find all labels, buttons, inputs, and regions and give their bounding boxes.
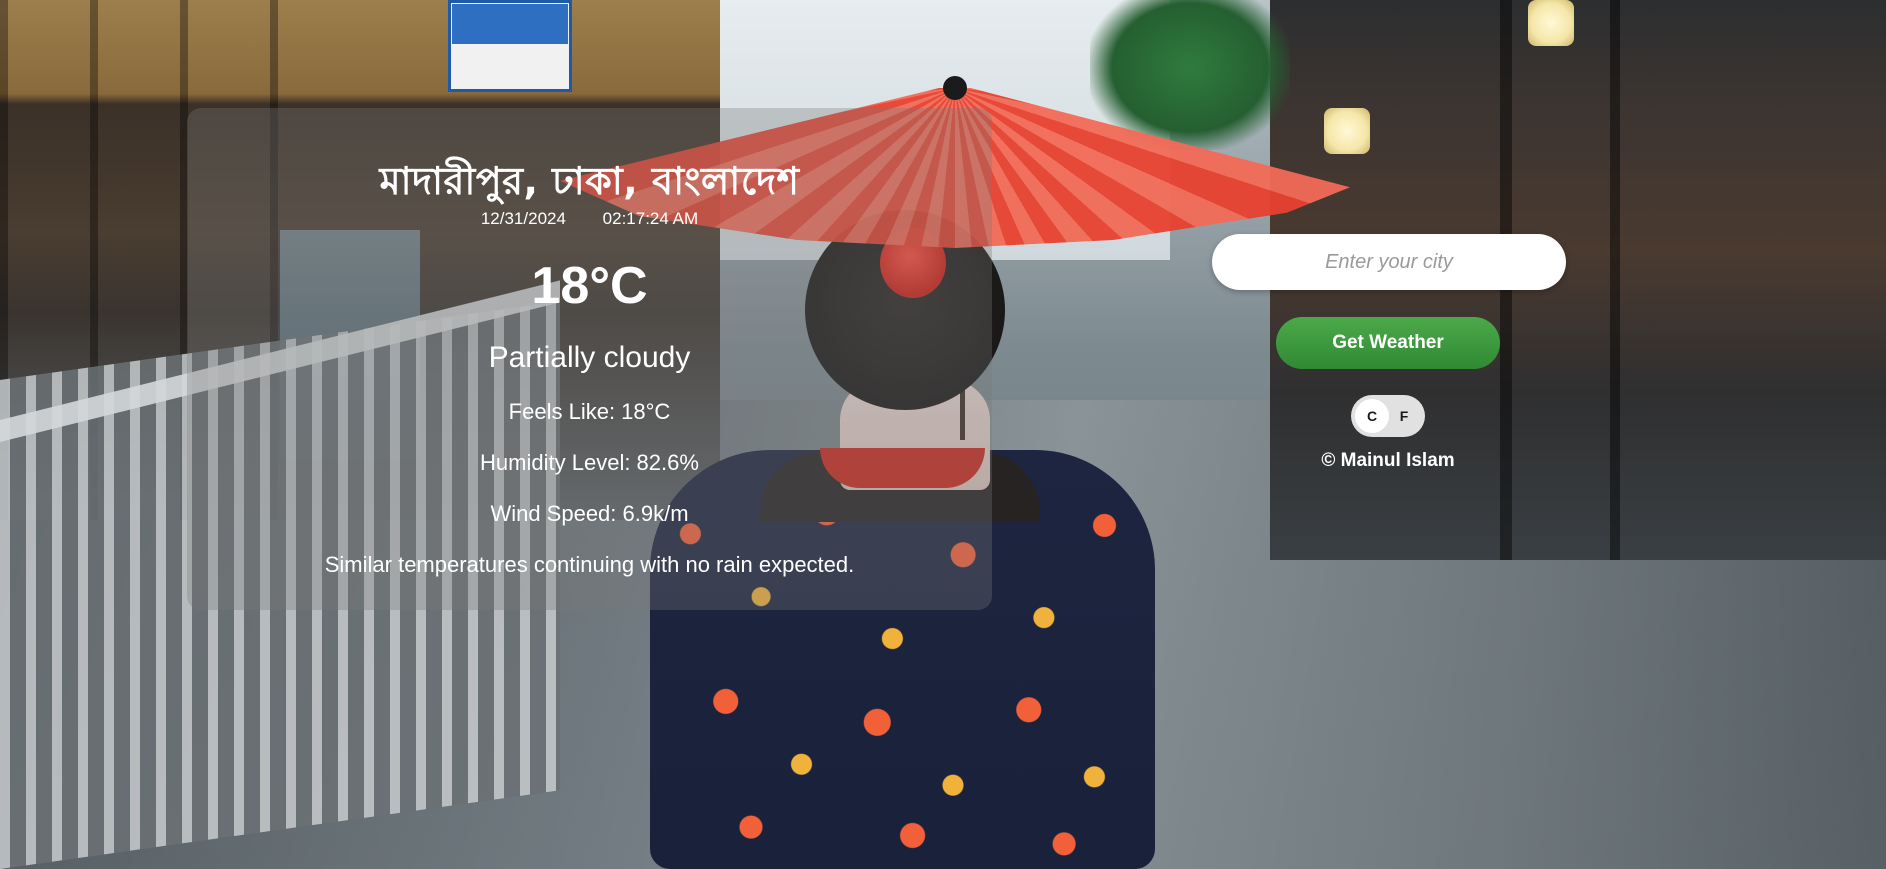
humidity-level: Humidity Level: 82.6%: [480, 450, 699, 475]
lantern: [1528, 0, 1574, 46]
wind-speed: Wind Speed: 6.9k/m: [490, 501, 689, 526]
feels-like: Feels Like: 18°C: [508, 399, 671, 424]
lantern: [1324, 108, 1370, 154]
city-search-input[interactable]: [1212, 234, 1566, 290]
time-text: 02:17:24 AM: [602, 209, 699, 228]
temperature-value: 18°C: [531, 257, 648, 315]
umbrella-top: [943, 76, 967, 100]
date-time: 12/31/2024 02:17:24 AM: [187, 209, 992, 229]
street-sign-arrow: [452, 4, 568, 44]
get-weather-button[interactable]: Get Weather: [1276, 317, 1500, 369]
weather-description: Similar temperatures continuing with no …: [324, 552, 855, 577]
unit-toggle[interactable]: C F: [1351, 395, 1425, 437]
weather-card: মাদারীপুর, ঢাকা, বাংলাদেশ 12/31/2024 02:…: [187, 108, 992, 610]
weather-condition: Partially cloudy: [488, 341, 691, 374]
footer-credit: © Mainul Islam: [1321, 450, 1455, 471]
location-title: মাদারীপুর, ঢাকা, বাংলাদেশ: [379, 159, 800, 203]
weather-app: মাদারীপুর, ঢাকা, বাংলাদেশ 12/31/2024 02:…: [0, 0, 1886, 869]
celsius-label[interactable]: C: [1355, 395, 1389, 437]
date-text: 12/31/2024: [480, 209, 566, 228]
fahrenheit-label[interactable]: F: [1387, 395, 1421, 437]
